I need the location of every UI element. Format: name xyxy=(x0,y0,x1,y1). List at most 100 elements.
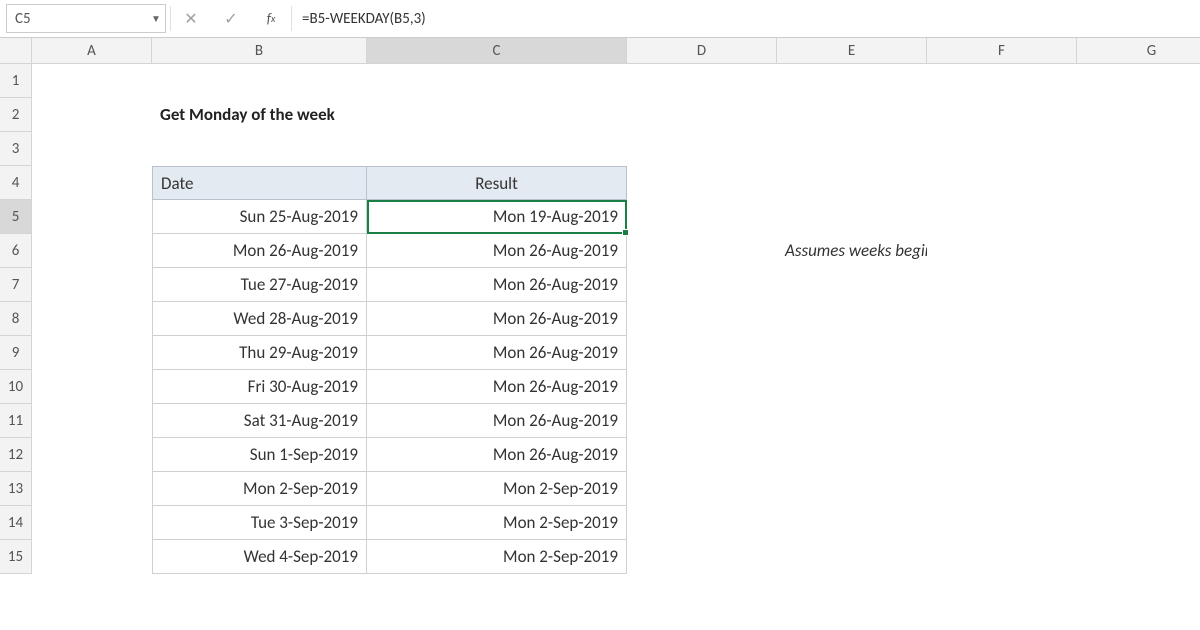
cell-E5[interactable] xyxy=(777,200,927,234)
cancel-icon[interactable]: ✕ xyxy=(171,0,211,37)
select-all-corner[interactable] xyxy=(0,38,32,64)
cell-B3[interactable] xyxy=(152,132,367,166)
cell-F15[interactable] xyxy=(927,540,1077,574)
fx-icon[interactable]: fx xyxy=(251,0,291,37)
cell-D11[interactable] xyxy=(627,404,777,438)
cell-D15[interactable] xyxy=(627,540,777,574)
cell-A10[interactable] xyxy=(32,370,152,404)
cell-B2-title[interactable]: Get Monday of the week xyxy=(152,98,367,132)
cell-E3[interactable] xyxy=(777,132,927,166)
cell-B9[interactable]: Thu 29-Aug-2019 xyxy=(152,336,367,370)
cell-E2[interactable] xyxy=(777,98,927,132)
cell-D8[interactable] xyxy=(627,302,777,336)
cell-E11[interactable] xyxy=(777,404,927,438)
cell-A7[interactable] xyxy=(32,268,152,302)
cell-G13[interactable] xyxy=(1077,472,1200,506)
col-header-F[interactable]: F xyxy=(927,38,1077,64)
cell-A6[interactable] xyxy=(32,234,152,268)
row-header-11[interactable]: 11 xyxy=(0,404,32,438)
cell-C3[interactable] xyxy=(367,132,627,166)
cell-G12[interactable] xyxy=(1077,438,1200,472)
col-header-B[interactable]: B xyxy=(152,38,367,64)
cell-C2[interactable] xyxy=(367,98,627,132)
row-header-2[interactable]: 2 xyxy=(0,98,32,132)
cell-E13[interactable] xyxy=(777,472,927,506)
cell-D4[interactable] xyxy=(627,166,777,200)
cell-D6[interactable] xyxy=(627,234,777,268)
cell-E12[interactable] xyxy=(777,438,927,472)
cell-D7[interactable] xyxy=(627,268,777,302)
row-header-9[interactable]: 9 xyxy=(0,336,32,370)
cell-F3[interactable] xyxy=(927,132,1077,166)
cell-F1[interactable] xyxy=(927,64,1077,98)
cell-G14[interactable] xyxy=(1077,506,1200,540)
cell-A8[interactable] xyxy=(32,302,152,336)
cell-C12[interactable]: Mon 26-Aug-2019 xyxy=(367,438,627,472)
cell-G2[interactable] xyxy=(1077,98,1200,132)
cell-B12[interactable]: Sun 1-Sep-2019 xyxy=(152,438,367,472)
row-header-12[interactable]: 12 xyxy=(0,438,32,472)
cell-D13[interactable] xyxy=(627,472,777,506)
cell-B7[interactable]: Tue 27-Aug-2019 xyxy=(152,268,367,302)
cell-A14[interactable] xyxy=(32,506,152,540)
cell-E1[interactable] xyxy=(777,64,927,98)
cell-F5[interactable] xyxy=(927,200,1077,234)
cell-D5[interactable] xyxy=(627,200,777,234)
cell-C11[interactable]: Mon 26-Aug-2019 xyxy=(367,404,627,438)
cell-G11[interactable] xyxy=(1077,404,1200,438)
cell-C13[interactable]: Mon 2-Sep-2019 xyxy=(367,472,627,506)
cell-E4[interactable] xyxy=(777,166,927,200)
row-header-13[interactable]: 13 xyxy=(0,472,32,506)
row-header-15[interactable]: 15 xyxy=(0,540,32,574)
cell-E10[interactable] xyxy=(777,370,927,404)
cell-B10[interactable]: Fri 30-Aug-2019 xyxy=(152,370,367,404)
cell-G3[interactable] xyxy=(1077,132,1200,166)
cell-E7[interactable] xyxy=(777,268,927,302)
cell-F4[interactable] xyxy=(927,166,1077,200)
cell-A9[interactable] xyxy=(32,336,152,370)
row-header-6[interactable]: 6 xyxy=(0,234,32,268)
name-box[interactable]: C5 ▼ xyxy=(6,4,166,33)
col-header-E[interactable]: E xyxy=(777,38,927,64)
row-header-1[interactable]: 1 xyxy=(0,64,32,98)
cell-C6[interactable]: Mon 26-Aug-2019 xyxy=(367,234,627,268)
cell-B1[interactable] xyxy=(152,64,367,98)
table-header-result[interactable]: Result xyxy=(367,166,627,200)
cell-C10[interactable]: Mon 26-Aug-2019 xyxy=(367,370,627,404)
cell-F13[interactable] xyxy=(927,472,1077,506)
name-box-dropdown-icon[interactable]: ▼ xyxy=(147,12,165,25)
cell-C15[interactable]: Mon 2-Sep-2019 xyxy=(367,540,627,574)
cell-C8[interactable]: Mon 26-Aug-2019 xyxy=(367,302,627,336)
cell-D10[interactable] xyxy=(627,370,777,404)
cell-E8[interactable] xyxy=(777,302,927,336)
cell-B15[interactable]: Wed 4-Sep-2019 xyxy=(152,540,367,574)
cell-B6[interactable]: Mon 26-Aug-2019 xyxy=(152,234,367,268)
cell-C7[interactable]: Mon 26-Aug-2019 xyxy=(367,268,627,302)
cell-F9[interactable] xyxy=(927,336,1077,370)
cell-A15[interactable] xyxy=(32,540,152,574)
cell-A3[interactable] xyxy=(32,132,152,166)
col-header-D[interactable]: D xyxy=(627,38,777,64)
cell-A1[interactable] xyxy=(32,64,152,98)
cell-F12[interactable] xyxy=(927,438,1077,472)
cell-F2[interactable] xyxy=(927,98,1077,132)
cell-C14[interactable]: Mon 2-Sep-2019 xyxy=(367,506,627,540)
cell-A13[interactable] xyxy=(32,472,152,506)
col-header-A[interactable]: A xyxy=(32,38,152,64)
row-header-14[interactable]: 14 xyxy=(0,506,32,540)
cell-C9[interactable]: Mon 26-Aug-2019 xyxy=(367,336,627,370)
cell-E9[interactable] xyxy=(777,336,927,370)
cell-A12[interactable] xyxy=(32,438,152,472)
cell-B11[interactable]: Sat 31-Aug-2019 xyxy=(152,404,367,438)
cell-C5[interactable]: Mon 19-Aug-2019 xyxy=(367,200,627,234)
cell-F7[interactable] xyxy=(927,268,1077,302)
cell-G7[interactable] xyxy=(1077,268,1200,302)
cell-D14[interactable] xyxy=(627,506,777,540)
cell-D2[interactable] xyxy=(627,98,777,132)
cell-G5[interactable] xyxy=(1077,200,1200,234)
row-header-10[interactable]: 10 xyxy=(0,370,32,404)
cell-A11[interactable] xyxy=(32,404,152,438)
worksheet[interactable]: A B C D E F G 1 2 Get Monday of the week… xyxy=(0,38,1200,574)
cell-G1[interactable] xyxy=(1077,64,1200,98)
cell-G6[interactable] xyxy=(1077,234,1200,268)
